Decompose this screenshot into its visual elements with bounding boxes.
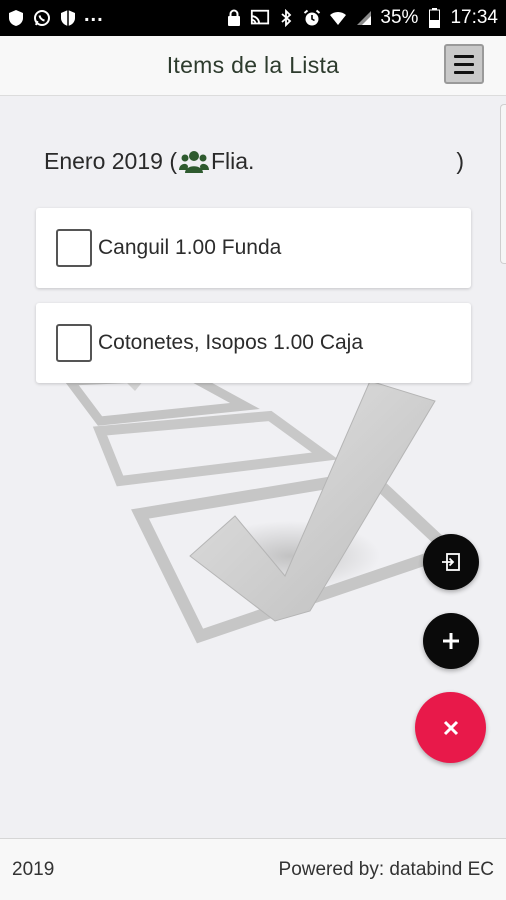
app-header: Items de la Lista — [0, 36, 506, 96]
status-right: 35% 17:34 — [224, 7, 498, 29]
list-heading: Enero 2019 ( Flia. ) — [44, 148, 464, 175]
footer-year: 2019 — [12, 859, 55, 880]
shield-icon — [6, 8, 26, 28]
cast-icon — [250, 8, 270, 28]
group-label: Flia. — [210, 148, 255, 174]
alarm-icon — [302, 8, 322, 28]
export-icon — [442, 553, 460, 571]
battery-percentage: 35% — [380, 7, 419, 28]
item-label: Cotonetes, Isopos 1.00 Caja — [98, 331, 364, 354]
wifi-icon — [328, 8, 348, 28]
export-button[interactable] — [423, 534, 479, 590]
whatsapp-icon — [32, 8, 52, 28]
footer-credit: Powered by: databind EC — [278, 859, 494, 880]
list-name: Enero 2019 ( — [44, 148, 177, 174]
bluetooth-icon — [276, 8, 296, 28]
list-item[interactable]: Canguil 1.00 Funda — [36, 208, 471, 288]
signal-icon — [354, 8, 374, 28]
shield-icon — [58, 8, 78, 28]
close-icon — [443, 720, 458, 735]
close-menu-button[interactable] — [415, 692, 486, 763]
item-checkbox[interactable] — [56, 324, 92, 362]
item-checkbox[interactable] — [56, 229, 92, 267]
lock-icon — [224, 8, 244, 28]
heading-closing-paren: ) — [456, 148, 464, 174]
list-item[interactable]: Cotonetes, Isopos 1.00 Caja — [36, 303, 471, 383]
hamburger-icon — [454, 62, 474, 66]
menu-button[interactable] — [444, 44, 484, 84]
page-title: Items de la Lista — [166, 52, 340, 78]
scroll-indicator[interactable] — [500, 104, 506, 264]
add-item-button[interactable] — [423, 613, 479, 669]
item-label: Canguil 1.00 Funda — [98, 236, 282, 259]
hamburger-icon — [454, 70, 474, 74]
footer: 2019 Powered by: databind EC — [0, 838, 506, 900]
status-bar: ... 35% 17:34 — [0, 0, 506, 36]
users-icon — [178, 149, 209, 175]
plus-icon — [443, 633, 459, 649]
battery-icon — [424, 8, 444, 28]
content-area: Enero 2019 ( Flia. ) Canguil 1.00 Funda … — [0, 96, 506, 838]
overflow-indicator: ... — [84, 3, 104, 26]
clock: 17:34 — [450, 7, 498, 28]
hamburger-icon — [454, 54, 474, 58]
status-left: ... — [6, 4, 104, 28]
